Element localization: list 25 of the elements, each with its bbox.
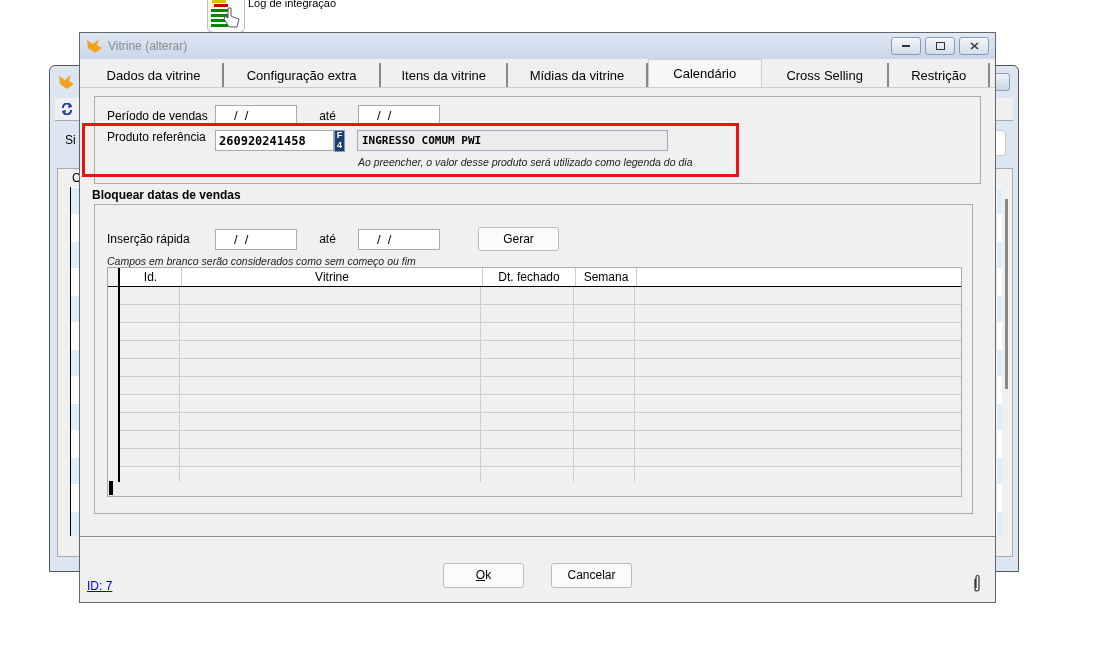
product-code-field[interactable]: 260920241458	[215, 130, 334, 151]
column-header[interactable]: Dt. fechado	[483, 268, 576, 286]
hint-text: Campos em branco serão considerados como sem começo ou fim	[107, 255, 417, 267]
field-label: Produto referência	[107, 130, 207, 144]
column-header[interactable]: Semana	[576, 268, 637, 286]
product-description-field: INGRESSO COMUM PWI	[357, 130, 668, 151]
desktop-icon-label[interactable]: Log de integração	[248, 0, 337, 9]
date-field[interactable]: / /	[358, 228, 440, 250]
ok-button[interactable]: Ok	[443, 562, 524, 588]
date-field[interactable]: / /	[215, 228, 297, 250]
field-label: Período de vendas	[107, 108, 209, 123]
field-label: Inserção rápida	[107, 232, 191, 246]
tab[interactable]: Calendário	[647, 59, 762, 87]
hint-text: Ao preencher, o valor desse produto será utilizado como legenda do dia	[358, 156, 694, 168]
cancel-button[interactable]: Cancelar	[551, 562, 632, 588]
group-title: Bloquear datas de vendas	[92, 188, 242, 202]
lookup-button[interactable]: F4	[334, 130, 345, 152]
column-header[interactable]: Id.	[120, 268, 182, 286]
field-label: até	[318, 108, 337, 123]
id-link[interactable]: ID: 7	[87, 579, 113, 593]
window-title: Vitrine (alterar)	[108, 39, 189, 53]
column-header[interactable]: Vitrine	[182, 268, 483, 286]
generate-button[interactable]: Gerar	[478, 227, 559, 251]
field-label: até	[318, 232, 337, 246]
field-label: Si	[65, 133, 76, 147]
